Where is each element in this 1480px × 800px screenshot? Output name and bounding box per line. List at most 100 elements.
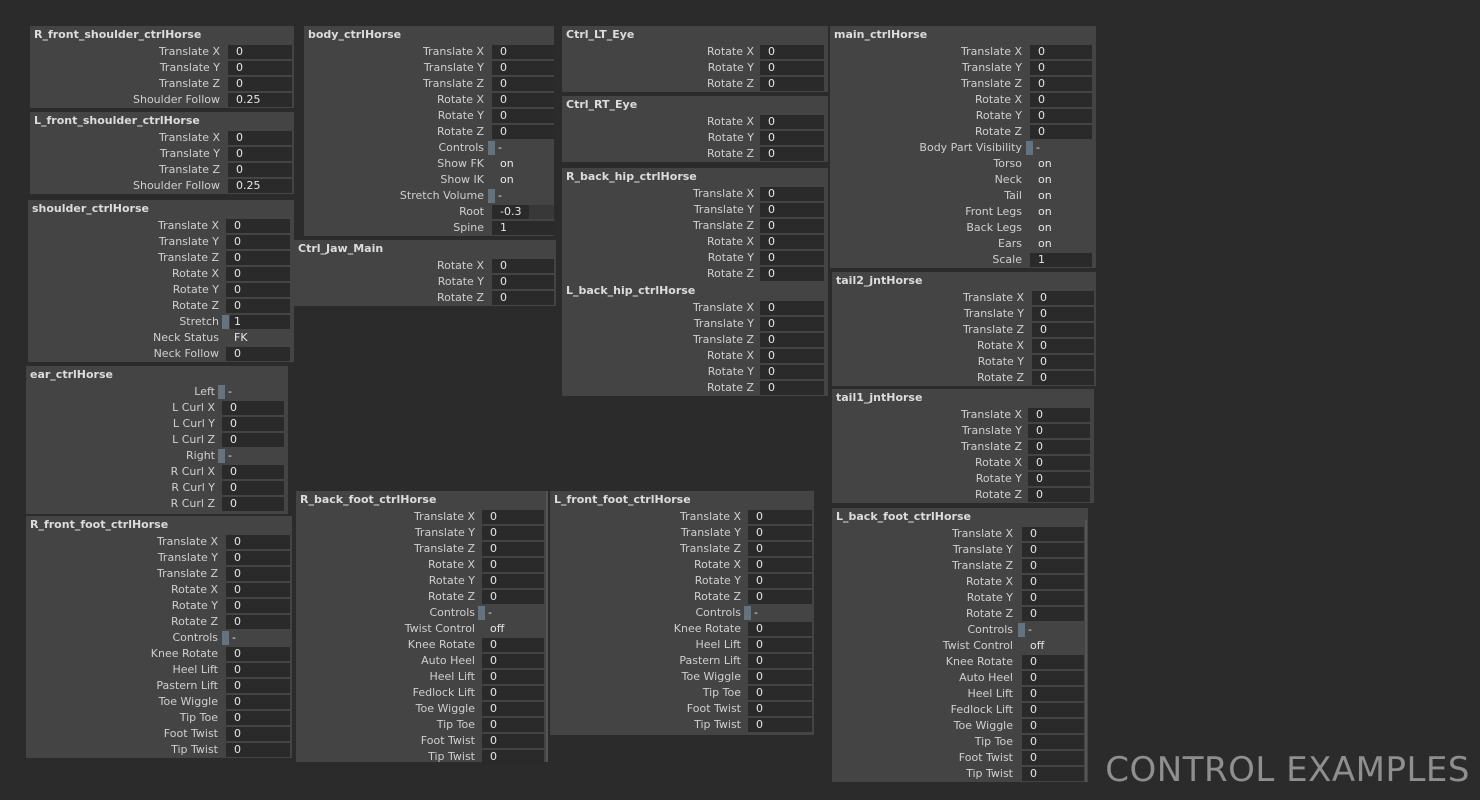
translate-y-field[interactable]: 0 <box>482 526 544 540</box>
body-part-visibility-checkbox[interactable] <box>1026 141 1033 155</box>
tip-toe-field[interactable]: 0 <box>748 686 812 700</box>
r-curl-y-field[interactable]: 0 <box>222 481 284 495</box>
controls-checkbox[interactable] <box>488 141 495 155</box>
front-legs-toggle[interactable]: on <box>1030 204 1052 220</box>
heel-lift-field[interactable]: 0 <box>482 670 544 684</box>
translate-x-field[interactable]: 0 <box>492 45 554 59</box>
translate-z-field[interactable]: 0 <box>760 333 824 347</box>
l-curl-z-field[interactable]: 0 <box>222 433 284 447</box>
translate-y-field[interactable]: 0 <box>228 61 292 75</box>
foot-twist-field[interactable]: 0 <box>748 702 812 716</box>
r-curl-z-field[interactable]: 0 <box>222 497 284 511</box>
l-curl-y-field[interactable]: 0 <box>222 417 284 431</box>
translate-z-field[interactable]: 0 <box>1030 77 1092 91</box>
tip-twist-field[interactable]: 0 <box>1022 767 1084 781</box>
tip-twist-field[interactable]: 0 <box>748 718 812 732</box>
neck-toggle[interactable]: on <box>1030 172 1052 188</box>
controls-checkbox[interactable] <box>478 606 485 620</box>
heel-lift-field[interactable]: 0 <box>226 663 290 677</box>
torso-toggle[interactable]: on <box>1030 156 1052 172</box>
l-curl-x-field[interactable]: 0 <box>222 401 284 415</box>
toe-wiggle-field[interactable]: 0 <box>748 670 812 684</box>
tip-toe-field[interactable]: 0 <box>226 711 290 725</box>
tail-toggle[interactable]: on <box>1030 188 1052 204</box>
translate-x-field[interactable]: 0 <box>760 301 824 315</box>
foot-twist-field[interactable]: 0 <box>482 734 544 748</box>
foot-twist-field[interactable]: 0 <box>226 727 290 741</box>
heel-lift-field[interactable]: 0 <box>1022 687 1084 701</box>
rotate-x-field[interactable]: 0 <box>1028 456 1090 470</box>
translate-x-field[interactable]: 0 <box>1030 45 1092 59</box>
rotate-z-field[interactable]: 0 <box>226 615 290 629</box>
translate-x-field[interactable]: 0 <box>748 510 812 524</box>
translate-z-field[interactable]: 0 <box>1028 440 1090 454</box>
rotate-x-field[interactable]: 0 <box>1032 339 1094 353</box>
knee-rotate-field[interactable]: 0 <box>226 647 290 661</box>
rotate-y-field[interactable]: 0 <box>492 275 554 289</box>
translate-y-field[interactable]: 0 <box>1022 543 1084 557</box>
translate-y-field[interactable]: 0 <box>492 61 554 75</box>
left-checkbox[interactable] <box>218 385 225 399</box>
translate-y-field[interactable]: 0 <box>226 551 290 565</box>
rotate-z-field[interactable]: 0 <box>492 291 554 305</box>
translate-x-field[interactable]: 0 <box>1028 408 1090 422</box>
translate-z-field[interactable]: 0 <box>760 219 824 233</box>
rotate-y-field[interactable]: 0 <box>226 599 290 613</box>
translate-z-field[interactable]: 0 <box>1022 559 1084 573</box>
stretch-volume-checkbox[interactable] <box>488 189 495 203</box>
neck-status-toggle[interactable]: FK <box>226 330 248 346</box>
right-checkbox[interactable] <box>218 449 225 463</box>
show-fk-toggle[interactable]: on <box>492 156 514 172</box>
shoulder-follow-field[interactable]: 0.25 <box>228 93 292 107</box>
fedlock-lift-field[interactable]: 0 <box>482 686 544 700</box>
rotate-x-field[interactable]: 0 <box>226 267 290 281</box>
translate-z-field[interactable]: 0 <box>492 77 554 91</box>
translate-x-field[interactable]: 0 <box>1032 291 1094 305</box>
rotate-z-field[interactable]: 0 <box>492 125 554 139</box>
rotate-y-field[interactable]: 0 <box>492 109 554 123</box>
shoulder-follow-field[interactable]: 0.25 <box>228 179 292 193</box>
spine-slider[interactable]: 1 <box>492 221 554 235</box>
rotate-x-field[interactable]: 0 <box>760 349 824 363</box>
rotate-y-field[interactable]: 0 <box>760 61 824 75</box>
rotate-z-field[interactable]: 0 <box>1028 488 1090 502</box>
foot-twist-field[interactable]: 0 <box>1022 751 1084 765</box>
rotate-x-field[interactable]: 0 <box>760 45 824 59</box>
stretch-field[interactable]: 1 <box>230 315 290 329</box>
twist-control-toggle[interactable]: off <box>1022 638 1044 654</box>
translate-y-field[interactable]: 0 <box>228 147 292 161</box>
fedlock-lift-field[interactable]: 0 <box>1022 703 1084 717</box>
back-legs-toggle[interactable]: on <box>1030 220 1052 236</box>
translate-z-field[interactable]: 0 <box>1032 323 1094 337</box>
translate-z-field[interactable]: 0 <box>748 542 812 556</box>
rotate-y-field[interactable]: 0 <box>1032 355 1094 369</box>
pastern-lift-field[interactable]: 0 <box>748 654 812 668</box>
translate-x-field[interactable]: 0 <box>226 219 290 233</box>
translate-z-field[interactable]: 0 <box>226 567 290 581</box>
show-ik-toggle[interactable]: on <box>492 172 514 188</box>
rotate-z-field[interactable]: 0 <box>760 267 824 281</box>
r-curl-x-field[interactable]: 0 <box>222 465 284 479</box>
translate-x-field[interactable]: 0 <box>228 45 292 59</box>
rotate-z-field[interactable]: 0 <box>226 299 290 313</box>
tip-twist-field[interactable]: 0 <box>482 750 544 764</box>
tip-toe-field[interactable]: 0 <box>1022 735 1084 749</box>
translate-y-field[interactable]: 0 <box>748 526 812 540</box>
translate-z-field[interactable]: 0 <box>228 163 292 177</box>
translate-x-field[interactable]: 0 <box>760 187 824 201</box>
rotate-y-field[interactable]: 0 <box>1030 109 1092 123</box>
translate-x-field[interactable]: 0 <box>228 131 292 145</box>
rotate-x-field[interactable]: 0 <box>492 259 554 273</box>
rotate-y-field[interactable]: 0 <box>1022 591 1084 605</box>
rotate-z-field[interactable]: 0 <box>760 381 824 395</box>
tip-toe-field[interactable]: 0 <box>482 718 544 732</box>
translate-z-field[interactable]: 0 <box>228 77 292 91</box>
translate-x-field[interactable]: 0 <box>482 510 544 524</box>
toe-wiggle-field[interactable]: 0 <box>482 702 544 716</box>
controls-checkbox[interactable] <box>744 606 751 620</box>
rotate-x-field[interactable]: 0 <box>482 558 544 572</box>
root-slider[interactable]: -0.3 <box>492 205 554 219</box>
rotate-x-field[interactable]: 0 <box>760 115 824 129</box>
rotate-x-field[interactable]: 0 <box>748 558 812 572</box>
auto-heel-field[interactable]: 0 <box>1022 671 1084 685</box>
